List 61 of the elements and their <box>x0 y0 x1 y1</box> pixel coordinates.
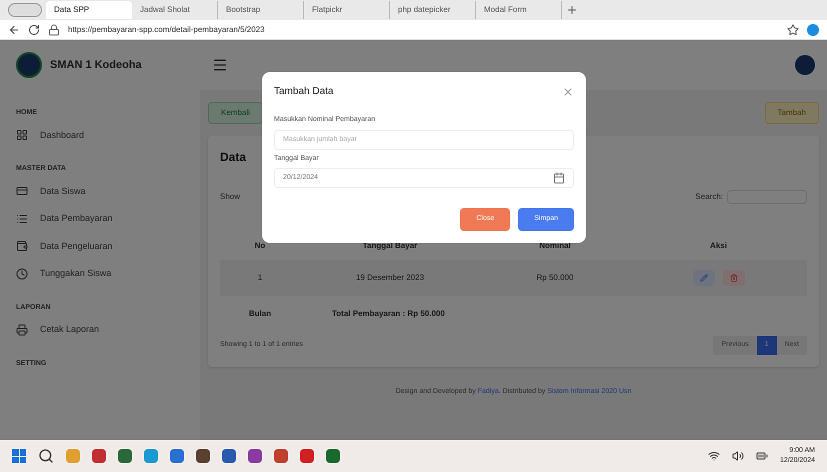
grid-icon <box>16 129 28 142</box>
app-icon[interactable] <box>326 449 340 463</box>
total-payment: Total Pembayaran : Rp 50.000 <box>331 308 446 320</box>
app-icon[interactable] <box>222 449 236 463</box>
sidebar-item[interactable]: Data Pembayaran <box>16 208 184 230</box>
refresh-icon[interactable] <box>28 24 40 36</box>
app-icon[interactable] <box>300 449 314 463</box>
start-icon[interactable] <box>12 449 26 463</box>
app-icon[interactable] <box>196 449 210 463</box>
table-cell: 19 Desember 2023 <box>300 260 480 296</box>
add-button[interactable]: Tambah <box>764 102 819 124</box>
lock-icon <box>48 24 60 36</box>
sidebar-item[interactable]: Data Pengeluaran <box>16 236 184 257</box>
footer-label: Bulan <box>248 308 272 320</box>
calendar-icon[interactable] <box>553 172 565 184</box>
user-avatar[interactable] <box>795 55 815 75</box>
browser-tab[interactable]: Jadwal Sholat <box>132 1 218 19</box>
browser-tab[interactable]: php datepicker <box>390 1 476 19</box>
table-cell: Rp 50.000 <box>480 260 630 296</box>
column-header: No <box>254 240 266 252</box>
volume-icon[interactable] <box>732 450 744 462</box>
app-icon[interactable] <box>274 449 288 463</box>
sidebar-item[interactable]: Dashboard <box>16 124 184 146</box>
column-header: Tanggal Bayar <box>362 240 418 252</box>
pencil-icon <box>700 274 708 282</box>
app-icon[interactable] <box>248 449 262 463</box>
sidebar-item[interactable]: Tunggakan Siswa <box>16 263 184 284</box>
trash-icon <box>730 274 738 282</box>
table-cell: 1 <box>220 260 300 296</box>
brand-name: SMAN 1 Kodeoha <box>50 58 142 73</box>
card-title: Data <box>220 149 246 166</box>
edge-logo-icon[interactable] <box>807 24 819 36</box>
show-label: Show <box>220 191 240 203</box>
menu-icon[interactable] <box>212 57 228 73</box>
printer-icon <box>16 324 28 336</box>
school-logo-icon <box>16 52 42 78</box>
browser-tab[interactable]: Data SPP <box>46 1 132 19</box>
app-icon[interactable] <box>170 449 184 463</box>
edit-button[interactable] <box>692 270 714 286</box>
column-header: Aksi <box>709 240 728 252</box>
search-label: Search: <box>695 191 723 203</box>
browser-tab[interactable]: Modal Form <box>476 1 562 19</box>
favorite-icon[interactable] <box>787 24 799 36</box>
app-icon[interactable] <box>92 449 106 463</box>
clock-icon <box>16 268 28 280</box>
close-icon[interactable] <box>562 86 574 98</box>
back-icon[interactable] <box>8 24 20 36</box>
app-icon[interactable] <box>118 449 132 463</box>
column-header: Nominal <box>538 240 572 252</box>
browser-tab[interactable]: Flatpickr <box>304 1 390 19</box>
delete-button[interactable] <box>722 270 744 286</box>
new-tab-icon[interactable] <box>566 4 578 16</box>
modal-title: Tambah Data <box>274 85 334 99</box>
browser-tab[interactable]: Bootstrap <box>218 1 304 19</box>
search-icon[interactable] <box>38 448 54 464</box>
back-button[interactable]: Kembali <box>208 102 263 124</box>
wallet-icon <box>16 240 28 252</box>
card-icon <box>16 185 28 198</box>
sidebar-item[interactable]: Cetak Laporan <box>16 319 184 340</box>
sidebar-item[interactable]: Data Siswa <box>16 180 184 202</box>
battery-icon[interactable] <box>756 450 768 462</box>
